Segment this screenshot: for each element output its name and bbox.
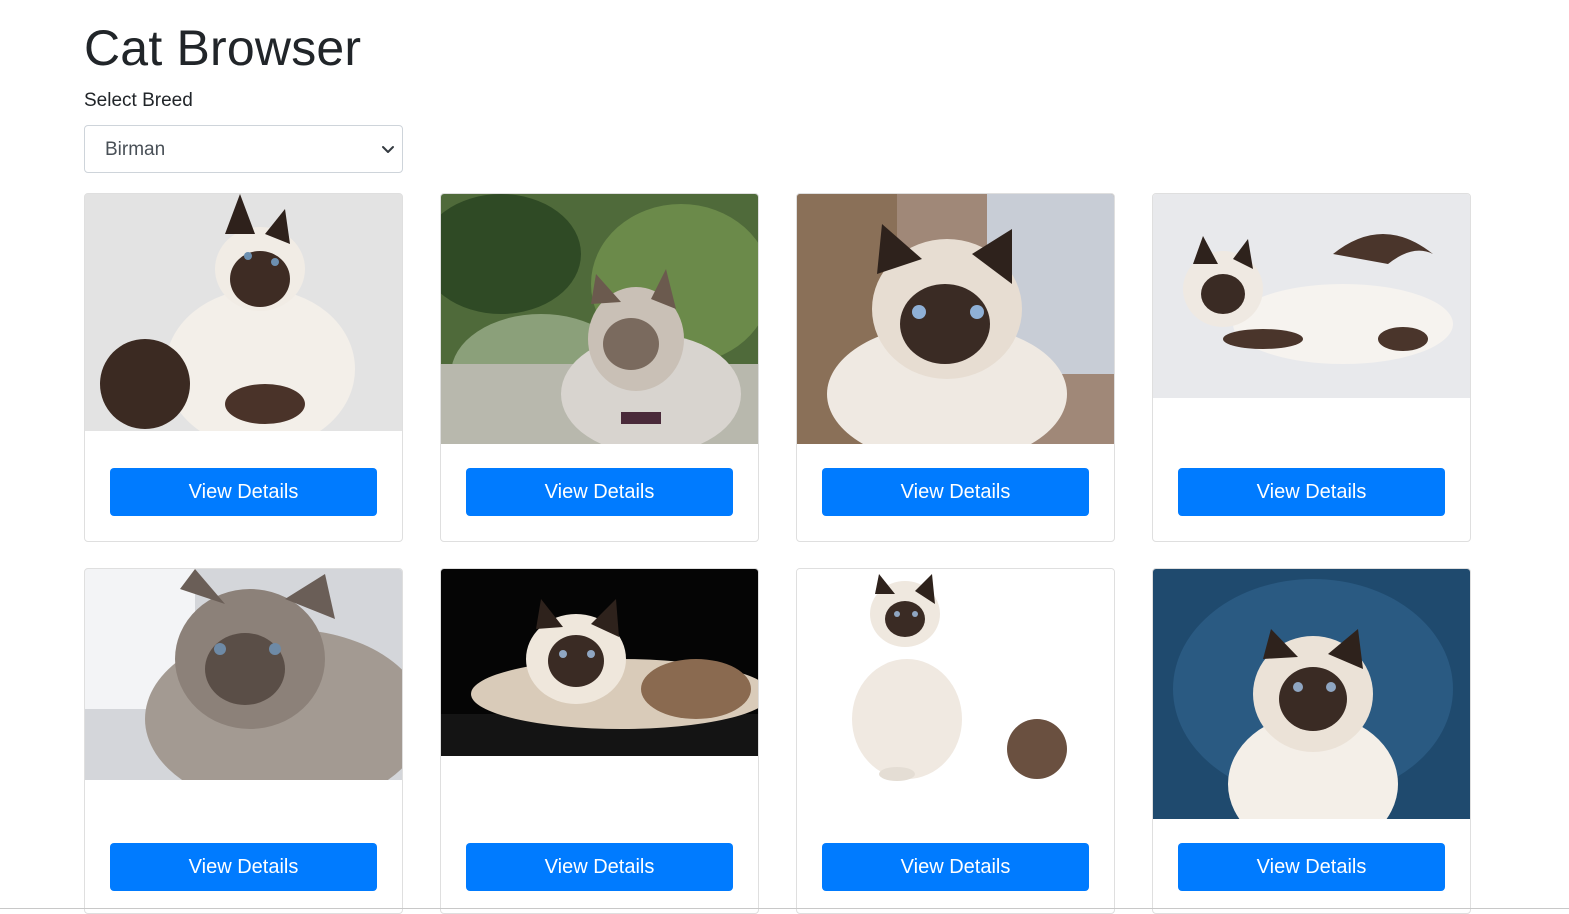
cat-photo <box>1153 194 1470 398</box>
cat-card: View Details <box>440 193 759 542</box>
cat-photo <box>1153 569 1470 819</box>
view-details-button[interactable]: View Details <box>466 468 733 516</box>
cat-card: View Details <box>1152 568 1471 914</box>
cat-photo <box>85 569 402 780</box>
breed-select-label: Select Breed <box>84 90 193 111</box>
view-details-button[interactable]: View Details <box>822 843 1089 891</box>
cat-photo <box>797 569 1114 781</box>
view-details-button[interactable]: View Details <box>1178 468 1445 516</box>
view-details-button[interactable]: View Details <box>822 468 1089 516</box>
cat-photo <box>85 194 402 431</box>
cat-card: View Details <box>84 193 403 542</box>
view-details-button[interactable]: View Details <box>110 843 377 891</box>
cat-photo <box>441 194 758 444</box>
cat-card: View Details <box>796 568 1115 914</box>
cat-card: View Details <box>1152 193 1471 542</box>
breed-select[interactable]: Birman <box>84 125 403 173</box>
cat-photo <box>797 194 1114 444</box>
cat-card: View Details <box>440 568 759 914</box>
cat-card: View Details <box>796 193 1115 542</box>
view-details-button[interactable]: View Details <box>1178 843 1445 891</box>
view-details-button[interactable]: View Details <box>466 843 733 891</box>
viewport-bottom-divider <box>0 908 1569 909</box>
page-title: Cat Browser <box>84 20 362 76</box>
view-details-button[interactable]: View Details <box>110 468 377 516</box>
cat-photo <box>441 569 758 756</box>
cat-card: View Details <box>84 568 403 914</box>
